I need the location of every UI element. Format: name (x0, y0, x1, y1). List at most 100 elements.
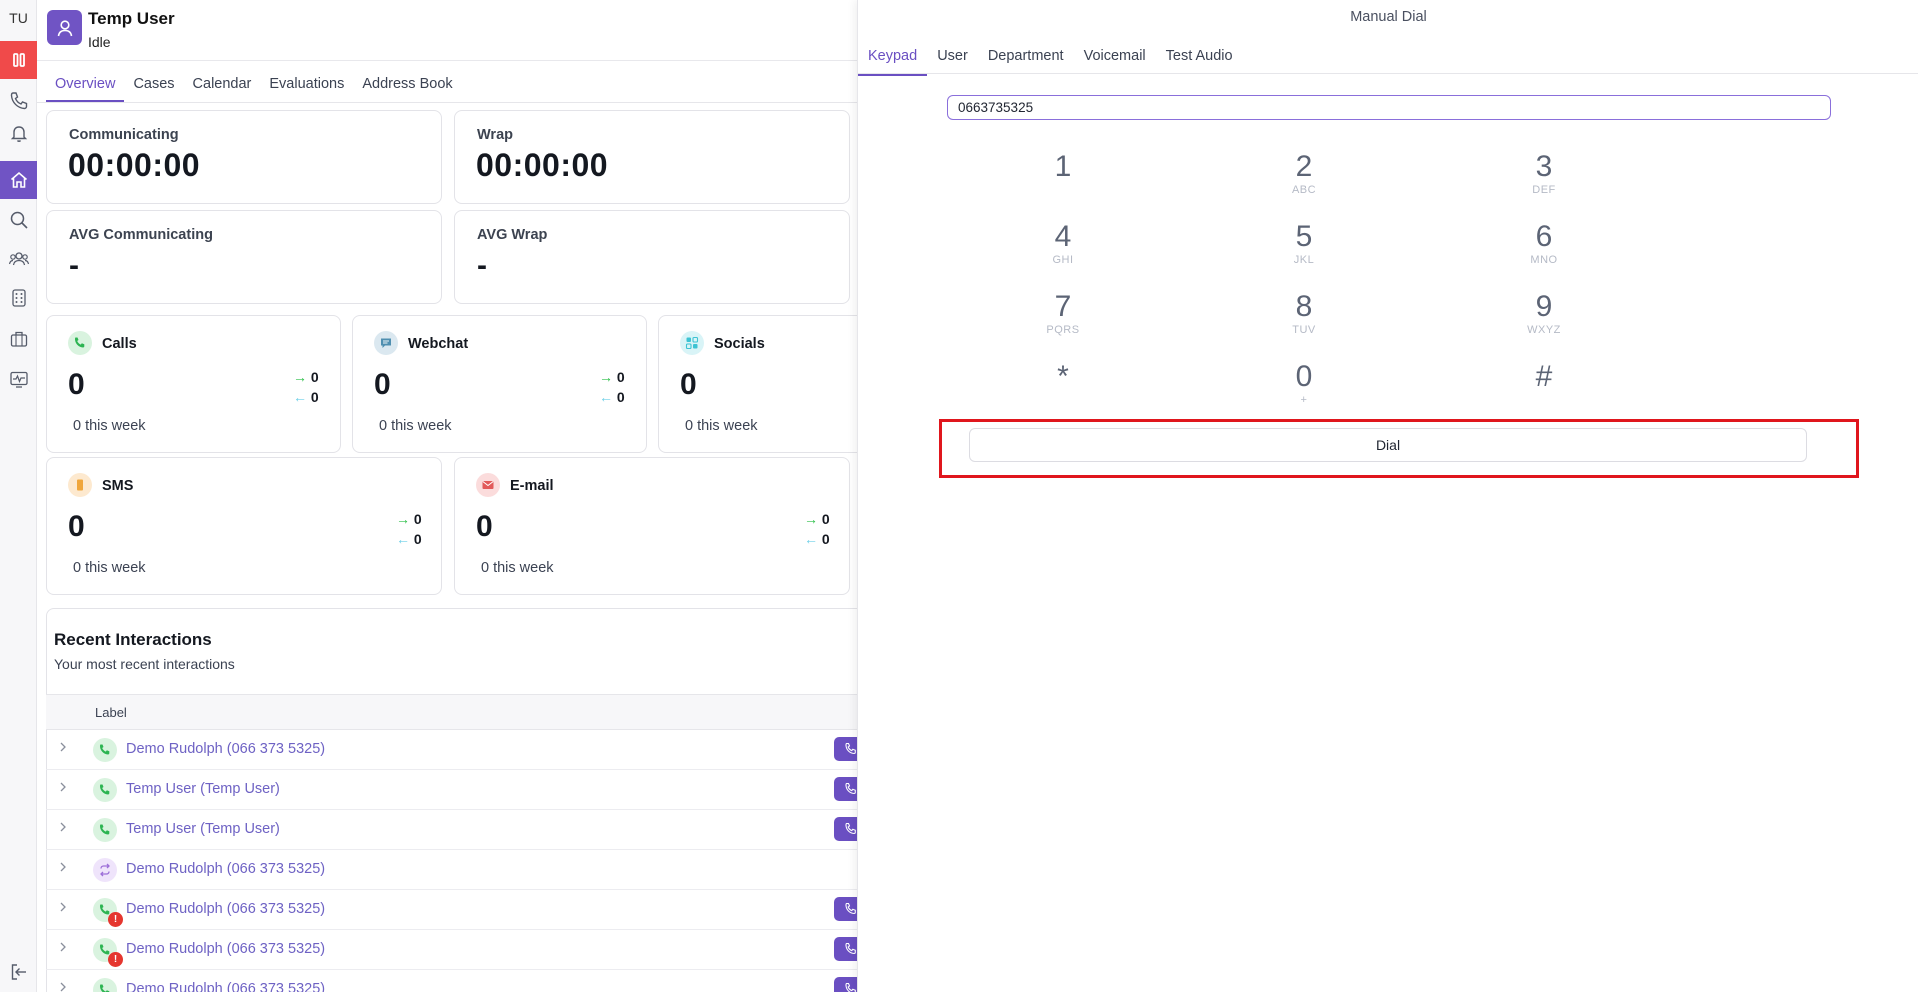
tabs-divider (37, 102, 857, 103)
keypad-key[interactable]: 8 TUV (1244, 290, 1364, 336)
home-nav-button[interactable] (0, 161, 37, 199)
key-letters: MNO (1530, 254, 1558, 266)
wrap-card: Wrap 00:00:00 (454, 110, 850, 204)
inbound-arrow-icon: ← (396, 531, 410, 547)
table-row[interactable]: Demo Rudolph (066 373 5325) (46, 970, 857, 992)
interaction-label[interactable]: Demo Rudolph (066 373 5325) (126, 741, 325, 757)
table-row[interactable]: ! Demo Rudolph (066 373 5325) (46, 930, 857, 970)
keypad-nav-button[interactable] (0, 279, 37, 317)
calls-week: 0 this week (73, 418, 146, 434)
email-count: 0 (476, 510, 493, 543)
tab-test-audio[interactable]: Test Audio (1156, 46, 1243, 76)
interaction-type-badge (93, 778, 117, 802)
interaction-label[interactable]: Demo Rudolph (066 373 5325) (126, 861, 325, 877)
calls-inbound: 0 (310, 389, 319, 405)
table-row[interactable]: Demo Rudolph (066 373 5325) (46, 850, 857, 890)
chevron-right-icon[interactable] (56, 860, 70, 874)
mail-icon (482, 481, 494, 489)
webchat-outbound: 0 (616, 369, 625, 385)
monitoring-nav-button[interactable] (0, 360, 37, 398)
dial-button[interactable]: Dial (969, 428, 1807, 462)
interaction-type-badge (93, 978, 117, 992)
avg-communicating-value: - (69, 249, 79, 282)
agent-status[interactable]: Idle (88, 34, 111, 50)
keypad-key[interactable]: * (1003, 360, 1123, 406)
tab-calendar[interactable]: Calendar (184, 72, 261, 102)
search-nav-button[interactable] (0, 201, 37, 239)
callback-button[interactable] (834, 777, 857, 801)
tab-overview[interactable]: Overview (46, 72, 125, 102)
interaction-label[interactable]: Demo Rudolph (066 373 5325) (126, 941, 325, 957)
cases-nav-button[interactable] (0, 320, 37, 358)
table-row[interactable]: Temp User (Temp User) (46, 810, 857, 850)
tab-voicemail[interactable]: Voicemail (1074, 46, 1156, 76)
keypad-key[interactable]: 0 + (1244, 360, 1364, 406)
phone-icon (845, 742, 856, 755)
dial-number-input[interactable] (947, 95, 1831, 120)
chevron-right-icon[interactable] (56, 780, 70, 794)
keypad-key[interactable]: 6 MNO (1484, 220, 1604, 266)
chevron-right-icon[interactable] (56, 900, 70, 914)
logout-icon (11, 964, 26, 980)
webchat-week: 0 this week (379, 418, 452, 434)
email-card[interactable]: E-mail 0 → 0 ← 0 0 this week (454, 457, 850, 595)
table-row[interactable]: Demo Rudolph (066 373 5325) (46, 730, 857, 770)
table-row[interactable]: Temp User (Temp User) (46, 770, 857, 810)
keypad-key[interactable]: # (1484, 360, 1604, 406)
tab-evaluations[interactable]: Evaluations (260, 72, 353, 102)
tab-cases[interactable]: Cases (124, 72, 183, 102)
callback-button[interactable] (834, 977, 857, 992)
chevron-right-icon[interactable] (56, 940, 70, 954)
interaction-label[interactable]: Demo Rudolph (066 373 5325) (126, 981, 325, 992)
tab-user[interactable]: User (927, 46, 978, 76)
agent-overview-panel: Temp User Idle Overview Cases Calendar E… (37, 0, 857, 992)
keypad-key[interactable]: 4 GHI (1003, 220, 1123, 266)
keypad-key[interactable]: 1 (1003, 150, 1123, 196)
interaction-type-badge (93, 818, 117, 842)
recent-interactions-title: Recent Interactions (54, 630, 212, 649)
keypad-key[interactable]: 7 PQRS (1003, 290, 1123, 336)
email-icon-badge (476, 473, 500, 497)
key-letters (1484, 394, 1604, 406)
callback-button[interactable] (834, 937, 857, 961)
phone-icon (10, 92, 27, 110)
phone-icon (100, 744, 110, 755)
keypad-key[interactable]: 2 ABC (1244, 150, 1364, 196)
left-rail: TU (0, 0, 37, 992)
sms-card[interactable]: SMS 0 → 0 ← 0 0 this week (46, 457, 442, 595)
phone-icon (845, 822, 856, 835)
keypad-key[interactable]: 9 WXYZ (1484, 290, 1604, 336)
chevron-right-icon[interactable] (56, 740, 70, 754)
interaction-label[interactable]: Temp User (Temp User) (126, 781, 280, 797)
pause-button[interactable] (0, 41, 37, 79)
tab-department[interactable]: Department (978, 46, 1074, 76)
notifications-nav-button[interactable] (0, 114, 37, 152)
keypad-key[interactable]: 3 DEF (1484, 150, 1604, 196)
callback-button[interactable] (834, 817, 857, 841)
user-initials[interactable]: TU (0, 10, 37, 26)
webchat-card[interactable]: Webchat 0 → 0 ← 0 0 this week (352, 315, 647, 453)
tab-address-book[interactable]: Address Book (353, 72, 461, 102)
avg-wrap-label: AVG Wrap (477, 227, 548, 243)
chevron-right-icon[interactable] (56, 980, 70, 992)
communicating-label: Communicating (69, 127, 179, 143)
callback-button[interactable] (834, 897, 857, 921)
email-title: E-mail (510, 478, 554, 494)
contacts-nav-button[interactable] (0, 240, 37, 278)
home-icon (10, 171, 27, 188)
logout-button[interactable] (0, 953, 37, 991)
keypad-key[interactable]: 5 JKL (1244, 220, 1364, 266)
socials-card[interactable]: Socials 0 0 this week (658, 315, 857, 453)
table-row[interactable]: ! Demo Rudolph (066 373 5325) (46, 890, 857, 930)
chevron-right-icon[interactable] (56, 820, 70, 834)
sms-count: 0 (68, 510, 85, 543)
avatar[interactable] (47, 10, 82, 45)
column-label[interactable]: Label (95, 705, 127, 720)
calls-card[interactable]: Calls 0 → 0 ← 0 0 this week (46, 315, 341, 453)
manual-dial-title: Manual Dial (1350, 9, 1427, 25)
email-in-out: → 0 ← 0 (804, 509, 830, 549)
interaction-label[interactable]: Temp User (Temp User) (126, 821, 280, 837)
callback-button[interactable] (834, 737, 857, 761)
interaction-label[interactable]: Demo Rudolph (066 373 5325) (126, 901, 325, 917)
tab-keypad[interactable]: Keypad (858, 46, 928, 76)
